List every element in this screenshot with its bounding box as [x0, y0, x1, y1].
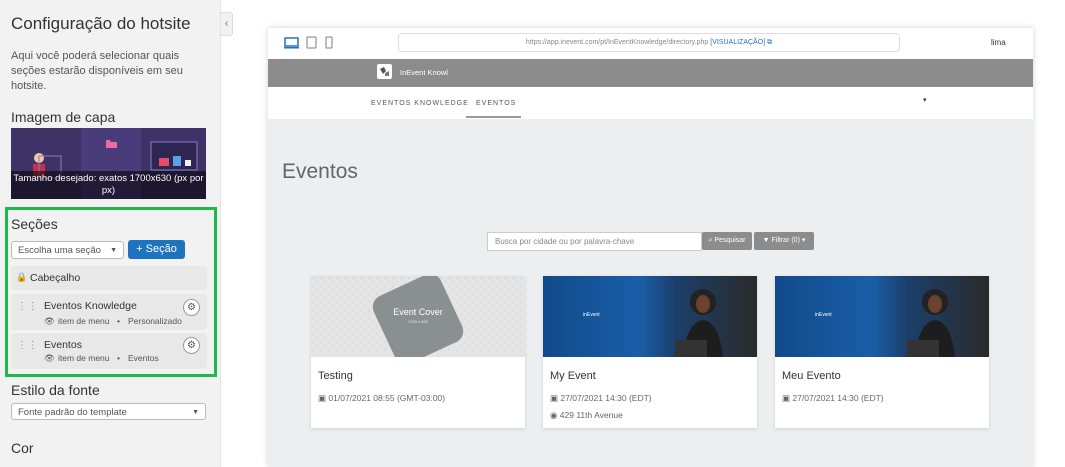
site-nav: EVENTOS KNOWLEDGE EVENTOS ▾: [268, 87, 1033, 119]
cover-placeholder-size: 1700 x 630: [408, 319, 428, 324]
url-text: https://app.inevent.com/pt/InEventKnowle…: [525, 39, 709, 46]
caret-down-icon: ▼: [192, 409, 199, 416]
user-name: lima: [991, 38, 1006, 47]
person-illustration: [907, 289, 955, 357]
map-pin-icon: ◉: [550, 410, 558, 420]
filter-icon: ▼: [762, 237, 770, 244]
filter-button[interactable]: ▼ Filtrar (0) ▾: [754, 232, 814, 250]
event-date: ▣ 27/07/2021 14:30 (EDT): [782, 393, 884, 404]
event-date-text: 01/07/2021 08:55 (GMT-03:00): [328, 393, 446, 403]
search-button-label: Pesquisar: [714, 237, 746, 244]
sections-highlight-box: [5, 207, 217, 377]
event-card[interactable]: inEvent Meu Evento ▣ 27/07/2021 14:30 (E…: [775, 276, 989, 428]
color-heading: Cor: [11, 440, 34, 456]
collapse-sidebar-button[interactable]: ‹: [221, 12, 233, 36]
event-date-text: 27/07/2021 14:30 (EDT): [792, 393, 884, 403]
search-input[interactable]: Busca por cidade ou por palavra-chave: [487, 232, 702, 251]
event-card[interactable]: inEvent My Event ▣ 27/07/2021 14:30 (EDT…: [543, 276, 757, 428]
site-logo-icon: [377, 64, 392, 79]
font-select[interactable]: Fonte padrão do template ▼: [11, 403, 206, 420]
nav-active-indicator: [466, 116, 521, 118]
nav-item-eventos[interactable]: EVENTOS: [476, 100, 516, 107]
event-location: ◉ 429 11th Avenue: [550, 410, 623, 421]
sidebar-title: Configuração do hotsite: [11, 14, 191, 33]
event-cover-image: inEvent: [543, 276, 757, 357]
cover-placeholder-title: Event Cover: [393, 307, 443, 317]
event-title[interactable]: Meu Evento: [782, 370, 841, 382]
url-tag: [VISUALIZAÇÃO]: [710, 39, 766, 46]
tablet-icon[interactable]: [306, 36, 317, 49]
caret-down-icon: ▾: [801, 237, 806, 244]
cover-image-upload[interactable]: Tamanho desejado: exatos 1700x630 (px po…: [11, 128, 206, 199]
hotsite-preview: https://app.inevent.com/pt/InEventKnowle…: [268, 28, 1033, 467]
brand-logo: inEvent: [815, 312, 832, 318]
event-cover-image: inEvent: [775, 276, 989, 357]
event-date: ▣ 01/07/2021 08:55 (GMT-03:00): [318, 393, 445, 404]
calendar-icon: ▣: [318, 393, 327, 403]
font-heading: Estilo da fonte: [11, 382, 100, 398]
event-date-text: 27/07/2021 14:30 (EDT): [560, 393, 652, 403]
external-link-icon[interactable]: ⧉: [767, 39, 772, 46]
event-title[interactable]: Testing: [318, 370, 353, 382]
calendar-icon: ▣: [550, 393, 559, 403]
url-bar[interactable]: https://app.inevent.com/pt/InEventKnowle…: [398, 33, 900, 52]
person-illustration: [675, 289, 723, 357]
nav-item-eventos-knowledge[interactable]: EVENTOS KNOWLEDGE: [371, 100, 469, 107]
event-location-text: 429 11th Avenue: [559, 410, 623, 420]
event-cover-placeholder: Event Cover 1700 x 630: [311, 276, 525, 357]
cover-heading: Imagem de capa: [11, 109, 116, 125]
filter-button-label: Filtrar (0): [771, 237, 800, 244]
font-select-value: Fonte padrão do template: [18, 407, 127, 418]
event-date: ▣ 27/07/2021 14:30 (EDT): [550, 393, 652, 404]
sidebar-description: Aqui você poderá selecionar quais seções…: [11, 50, 183, 92]
phone-icon[interactable]: [325, 36, 333, 49]
cover-caption: Tamanho desejado: exatos 1700x630 (px po…: [11, 171, 206, 199]
page-title: Eventos: [282, 160, 358, 183]
nav-dropdown-icon[interactable]: ▾: [923, 96, 927, 104]
site-name: InEvent Knowl: [400, 68, 448, 77]
brand-logo: inEvent: [583, 312, 600, 318]
search-icon: ⌕: [708, 237, 713, 244]
calendar-icon: ▣: [782, 393, 791, 403]
desktop-icon[interactable]: [284, 37, 299, 49]
event-card[interactable]: Event Cover 1700 x 630 Testing ▣ 01/07/2…: [311, 276, 525, 428]
search-button[interactable]: ⌕ Pesquisar: [702, 232, 752, 250]
event-title[interactable]: My Event: [550, 370, 596, 382]
